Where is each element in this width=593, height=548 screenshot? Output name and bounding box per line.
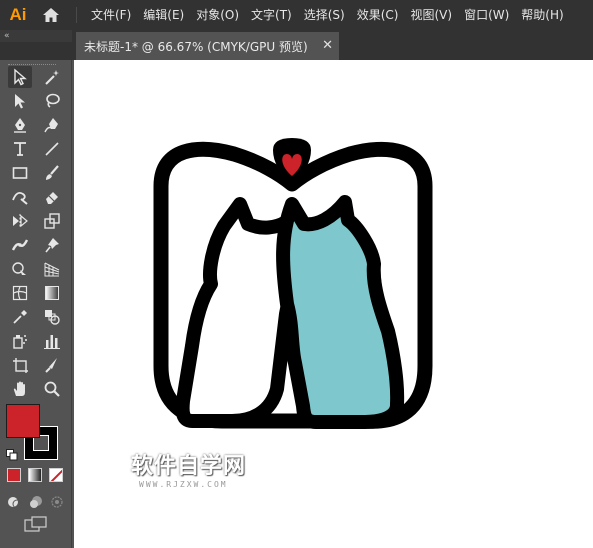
artboard-canvas[interactable]: 软件自学网 WWW.RJZXW.COM	[74, 60, 593, 548]
eraser-tool-icon[interactable]	[40, 186, 64, 208]
color-mode-button[interactable]	[7, 468, 21, 482]
document-tab[interactable]: 未标题-1* @ 66.67% (CMYK/GPU 预览) ✕	[76, 32, 339, 60]
magic-wand-tool-icon[interactable]	[40, 66, 64, 88]
gradient-tool-icon[interactable]	[40, 282, 64, 304]
rotate-tool-icon[interactable]	[8, 210, 32, 232]
symbol-sprayer-tool-icon[interactable]	[8, 330, 32, 352]
cats-artwork	[153, 138, 433, 429]
menu-view[interactable]: 视图(V)	[404, 0, 458, 30]
app-logo: Ai	[9, 5, 27, 24]
paintbrush-tool-icon[interactable]	[40, 162, 64, 184]
default-fill-stroke-icon[interactable]	[6, 446, 18, 461]
menu-type[interactable]: 文字(T)	[245, 0, 298, 30]
direct-selection-tool-icon[interactable]	[8, 90, 32, 112]
watermark-url: WWW.RJZXW.COM	[139, 480, 228, 489]
type-tool-icon[interactable]	[8, 138, 32, 160]
draw-behind-icon[interactable]	[28, 494, 44, 508]
lasso-tool-icon[interactable]	[40, 90, 64, 112]
slice-tool-icon[interactable]	[40, 354, 64, 376]
document-tab-label: 未标题-1* @ 66.67% (CMYK/GPU 预览)	[84, 39, 308, 54]
menu-divider	[76, 7, 77, 23]
watermark-title: 软件自学网	[131, 454, 247, 479]
document-tab-bar: « 未标题-1* @ 66.67% (CMYK/GPU 预览) ✕	[0, 30, 593, 60]
menu-file[interactable]: 文件(F)	[85, 0, 137, 30]
line-segment-tool-icon[interactable]	[40, 138, 64, 160]
watermark: 软件自学网 WWW.RJZXW.COM	[131, 448, 246, 489]
blend-tool-icon[interactable]	[40, 306, 64, 328]
shaper-tool-icon[interactable]	[8, 186, 32, 208]
curvature-tool-icon[interactable]	[40, 114, 64, 136]
menu-window[interactable]: 窗口(W)	[458, 0, 515, 30]
fill-color-swatch[interactable]	[6, 404, 40, 438]
column-graph-tool-icon[interactable]	[40, 330, 64, 352]
rectangle-tool-icon[interactable]	[8, 162, 32, 184]
tools-panel	[0, 60, 72, 548]
home-icon[interactable]	[36, 0, 66, 30]
selection-tool-icon[interactable]	[8, 66, 32, 88]
screen-mode-icon[interactable]	[24, 516, 48, 532]
hand-tool-icon[interactable]	[8, 378, 32, 400]
close-tab-icon[interactable]: ✕	[322, 38, 333, 54]
illustrator-window: Ai 文件(F) 编辑(E) 对象(O) 文字(T) 选择(S) 效果(C) 视…	[0, 0, 593, 548]
eyedropper-tool-icon[interactable]	[8, 306, 32, 328]
none-mode-button[interactable]	[49, 468, 63, 482]
draw-inside-icon[interactable]	[49, 494, 65, 508]
puppet-warp-tool-icon[interactable]	[40, 234, 64, 256]
zoom-tool-icon[interactable]	[40, 378, 64, 400]
menu-bar: Ai 文件(F) 编辑(E) 对象(O) 文字(T) 选择(S) 效果(C) 视…	[0, 0, 593, 30]
draw-normal-icon[interactable]	[7, 494, 23, 509]
scale-tool-icon[interactable]	[40, 210, 64, 232]
perspective-grid-tool-icon[interactable]	[40, 258, 64, 280]
mesh-tool-icon[interactable]	[8, 282, 32, 304]
pen-tool-icon[interactable]	[8, 114, 32, 136]
toolbar-collapse-strip[interactable]: «	[0, 30, 72, 42]
collapse-icon[interactable]: «	[4, 30, 10, 42]
menu-help[interactable]: 帮助(H)	[515, 0, 569, 30]
width-tool-icon[interactable]	[8, 234, 32, 256]
menu-object[interactable]: 对象(O)	[190, 0, 245, 30]
menu-edit[interactable]: 编辑(E)	[137, 0, 190, 30]
menu-effect[interactable]: 效果(C)	[351, 0, 405, 30]
menu-items: 文件(F) 编辑(E) 对象(O) 文字(T) 选择(S) 效果(C) 视图(V…	[85, 0, 570, 30]
shape-builder-tool-icon[interactable]	[8, 258, 32, 280]
gradient-mode-button[interactable]	[28, 468, 42, 482]
menu-select[interactable]: 选择(S)	[298, 0, 351, 30]
artboard-tool-icon[interactable]	[8, 354, 32, 376]
